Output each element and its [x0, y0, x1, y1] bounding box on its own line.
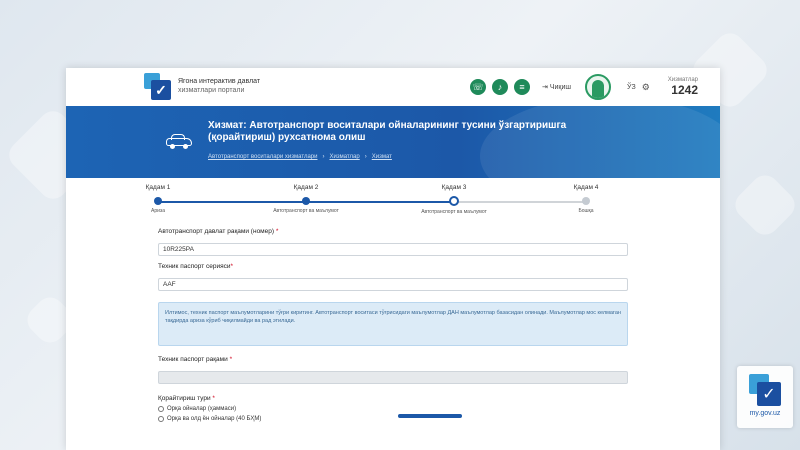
breadcrumb: Автотранспорт воситалари хизматлари › Хиз… [208, 154, 392, 160]
checkmark-icon: ✓ [757, 382, 781, 406]
user-icon[interactable] [585, 74, 611, 100]
portal-watermark: ✓ my.gov.uz [737, 366, 793, 428]
step-4: Қадам 4 Бошқа [526, 184, 646, 214]
brand-line-1: Ягона интерактив давлат [178, 78, 261, 85]
step-progress: Қадам 1 Ариза Қадам 2 Автотранспорт ва м… [146, 184, 646, 224]
radio-button[interactable] [158, 416, 164, 422]
step-dot [154, 197, 162, 205]
step-name: Қадам 1 [145, 184, 171, 191]
radio-button[interactable] [158, 406, 164, 412]
plate-label: Автотранспорт давлат рақами (номер) * [158, 228, 279, 235]
exit-label: Чиқиш [549, 84, 571, 91]
car-icon [166, 134, 192, 149]
watermark-text: my.gov.uz [749, 410, 781, 417]
breadcrumb-item[interactable]: Хизматлар [329, 154, 359, 160]
step-2: Қадам 2 Автотранспорт ва маълумот [246, 184, 366, 214]
header-actions: ☏ ♪ ≡ ⇥ Чиқиш ЎЗ ⚙ Хизматлар 1242 [470, 74, 698, 100]
passport-number-input[interactable] [158, 371, 628, 384]
step-dot [302, 197, 310, 205]
brand-line-2: хизматлари портали [178, 87, 245, 94]
service-form: Автотранспорт давлат рақами (номер) * Те… [158, 228, 628, 422]
service-banner: Хизмат: Автотранспорт воситалари ойналар… [66, 106, 720, 178]
browser-page: ✓ Ягона интерактив давлат хизматлари пор… [66, 68, 720, 450]
step-desc: Ариза [151, 208, 165, 214]
step-1: Қадам 1 Ариза [98, 184, 218, 214]
phone-icon[interactable]: ☏ [470, 79, 486, 95]
info-alert: Илтимос, техник паспорт маълумотларини т… [158, 302, 628, 346]
passport-number-label: Техник паспорт рақами * [158, 356, 233, 363]
brand-name[interactable]: Ягона интерактив давлат хизматлари порта… [178, 77, 298, 95]
notification-icon[interactable]: ⚙ [642, 82, 650, 93]
step-name: Қадам 4 [573, 184, 599, 191]
service-title: Хизмат: Автотранспорт воситалари ойналар… [208, 120, 567, 143]
background-tile [729, 169, 800, 241]
step-name: Қадам 2 [293, 184, 319, 191]
breadcrumb-item[interactable]: Автотранспорт воситалари хизматлари [208, 154, 317, 160]
tint-type-label: Қорайтириш тури * [158, 395, 215, 402]
tint-option-2[interactable]: Орқа ва олд ён ойналар (40 БҲМ) [158, 416, 628, 422]
step-dot-active [449, 196, 459, 206]
service-counter: Хизматлар 1242 [668, 77, 698, 97]
plate-number-input[interactable] [158, 243, 628, 256]
bell-icon[interactable]: ♪ [492, 79, 508, 95]
exit-icon: ⇥ [542, 84, 548, 91]
menu-icon[interactable]: ≡ [514, 79, 530, 95]
step-name: Қадам 3 [441, 184, 467, 191]
breadcrumb-item[interactable]: Хизмат [372, 154, 392, 160]
passport-series-input[interactable] [158, 278, 628, 291]
step-dot-todo [582, 197, 590, 205]
step-desc: Автотранспорт ва маълумот [273, 208, 339, 214]
exit-button[interactable]: ⇥ Чиқиш [542, 83, 571, 91]
tint-option-label: Орқа ва олд ён ойналар (40 БҲМ) [167, 416, 262, 422]
tint-option-1[interactable]: Орқа ойналар (ҳаммаси) [158, 406, 628, 412]
step-3: Қадам 3 Автотранспорт ва маълумот [394, 184, 514, 215]
counter-value: 1242 [671, 83, 698, 97]
tint-option-label: Орқа ойналар (ҳаммаси) [167, 406, 237, 412]
language-switch[interactable]: ЎЗ [627, 84, 636, 91]
passport-series-label: Техник паспорт серияси* [158, 263, 234, 270]
portal-logo-icon[interactable]: ✓ [144, 73, 171, 101]
next-button[interactable] [398, 414, 462, 418]
step-desc: Бошқа [578, 208, 594, 214]
step-desc: Автотранспорт ва маълумот [421, 209, 487, 215]
site-header: ✓ Ягона интерактив давлат хизматлари пор… [66, 68, 720, 106]
